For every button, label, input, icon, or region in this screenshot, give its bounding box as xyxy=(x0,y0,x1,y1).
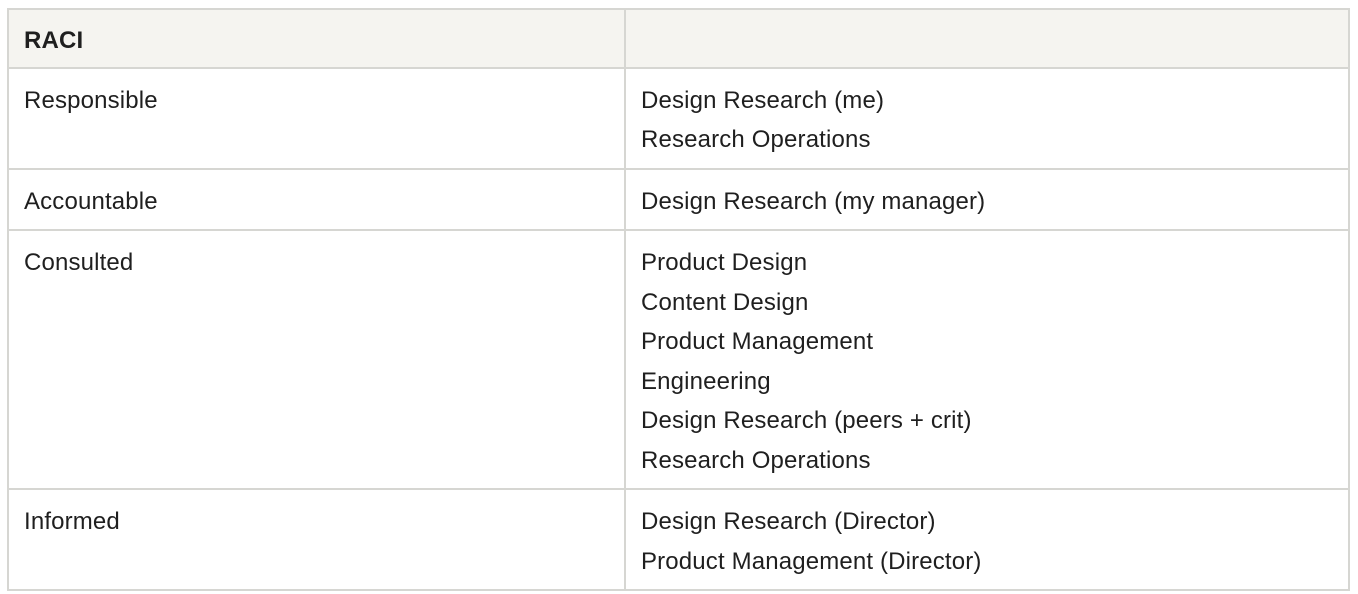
party-item: Design Research (peers + crit) xyxy=(641,407,972,434)
party-item: Product Management xyxy=(641,328,874,355)
table-row: Consulted Product Design Content Design … xyxy=(7,229,1350,490)
parties-cell: Design Research (Director) Product Manag… xyxy=(624,488,1350,591)
parties-cell: Design Research (me) Research Operations xyxy=(624,66,1350,170)
parties-cell: Product Design Content Design Product Ma… xyxy=(624,229,1350,490)
party-item: Design Research (Director) xyxy=(641,508,936,535)
table-row: Responsible Design Research (me) Researc… xyxy=(7,66,1350,170)
party-item: Research Operations xyxy=(641,126,871,153)
party-item: Engineering xyxy=(641,367,771,395)
parties-cell: Design Research (my manager) xyxy=(624,167,1350,231)
header-cell-raci: RACI xyxy=(7,8,626,69)
raci-table: RACI Responsible Design Research (me) Re… xyxy=(7,8,1350,591)
party-item: Design Research (my manager) xyxy=(641,187,986,215)
party-item: Product Design xyxy=(641,249,808,276)
party-item: Content Design xyxy=(641,288,809,316)
party-item: Research Operations xyxy=(641,446,871,474)
role-cell: Accountable xyxy=(7,167,626,231)
role-cell: Responsible xyxy=(7,66,626,170)
header-cell-empty xyxy=(624,8,1350,69)
table-row: Informed Design Research (Director) Prod… xyxy=(7,488,1350,591)
table-body: Responsible Design Research (me) Researc… xyxy=(7,66,1350,591)
role-cell: Informed xyxy=(7,488,626,591)
header-row: RACI xyxy=(7,8,1350,69)
table-header: RACI xyxy=(7,8,1350,69)
party-item: Design Research (me) xyxy=(641,86,885,114)
table-row: Accountable Design Research (my manager) xyxy=(7,167,1350,231)
party-item: Product Management (Director) xyxy=(641,547,982,575)
role-cell: Consulted xyxy=(7,229,626,490)
